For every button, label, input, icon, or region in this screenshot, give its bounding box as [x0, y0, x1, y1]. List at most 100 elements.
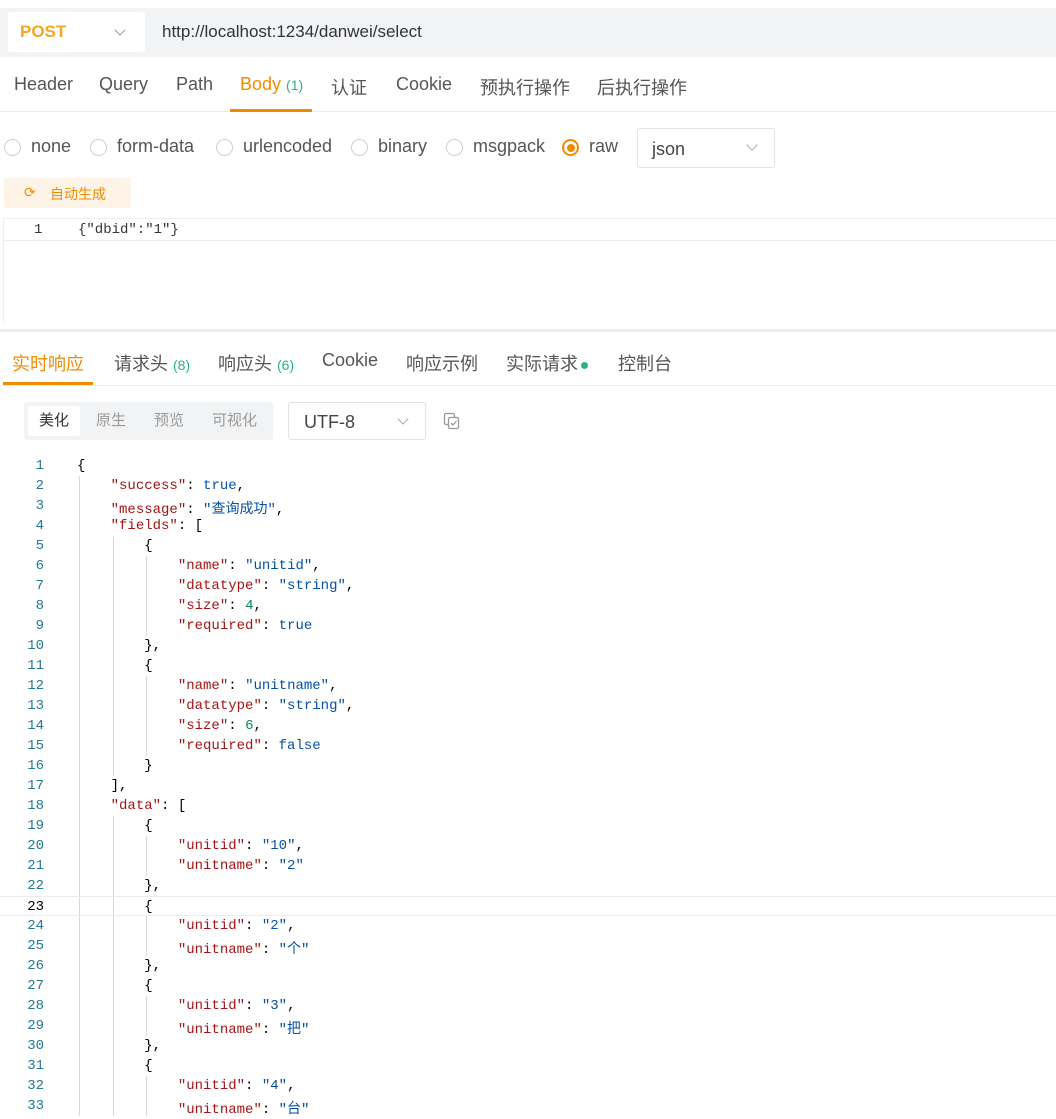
tab-label: Header [14, 74, 74, 94]
code-token: : [261, 578, 279, 594]
tab-body[interactable]: Body (1) [240, 74, 303, 95]
tab-label: Cookie [322, 350, 379, 370]
code-line: 29 "unitname": "把" [0, 1016, 1056, 1038]
radio-label: binary [378, 136, 428, 156]
code-token: : [228, 558, 246, 574]
line-number: 22 [27, 878, 44, 894]
line-number: 1 [34, 222, 43, 238]
view-mode-raw[interactable]: 原生 [85, 406, 137, 436]
line-number: 12 [27, 678, 44, 694]
code-token: { [77, 538, 153, 554]
tab-response-headers[interactable]: 响应头 (6) [218, 350, 294, 376]
tab-response-example[interactable]: 响应示例 [406, 350, 478, 376]
code-token: : [ [161, 798, 187, 814]
line-code: }, [77, 958, 161, 974]
code-line: 21 "unitname": "2" [0, 856, 1056, 876]
code-token: : [245, 1078, 262, 1094]
pane-divider[interactable] [0, 329, 1056, 332]
code-line: 26 }, [0, 956, 1056, 976]
line-code: "required": false [77, 738, 321, 754]
tab-path[interactable]: Path [176, 74, 213, 95]
code-token: "台" [278, 1102, 310, 1118]
line-code: "required": true [77, 618, 312, 634]
copy-icon[interactable] [443, 412, 461, 430]
auto-generate-button[interactable]: ⟳ 自动生成 [4, 178, 131, 208]
code-token: true [278, 618, 313, 634]
code-line: 15 "required": false [0, 736, 1056, 756]
response-tabs: 实时响应 请求头 (8) 响应头 (6) Cookie 响应示例 实际请求 控制… [0, 338, 1056, 386]
line-code: "unitid": "4", [77, 1078, 296, 1094]
view-mode-toggle: 美化 原生 预览 可视化 [24, 402, 273, 440]
url-input[interactable]: http://localhost:1234/danwei/select [162, 22, 422, 42]
tab-header[interactable]: Header [14, 74, 73, 95]
line-code: ], [77, 778, 128, 794]
tab-label: 响应头 [218, 354, 272, 374]
tab-console[interactable]: 控制台 [618, 350, 672, 376]
tab-post-script[interactable]: 后执行操作 [597, 74, 687, 100]
view-mode-pretty[interactable]: 美化 [28, 406, 81, 436]
line-code: "name": "unitname", [77, 678, 338, 694]
active-tab-indicator [3, 382, 93, 385]
line-code: "unitid": "2", [77, 918, 296, 934]
tab-actual-request[interactable]: 实际请求 [506, 350, 588, 376]
tab-label: 响应示例 [406, 354, 478, 374]
code-line: 8 "size": 4, [0, 596, 1056, 616]
code-line: 18 "data": [ [0, 796, 1056, 816]
code-token: , [345, 698, 355, 714]
chevron-down-icon [746, 139, 758, 151]
code-token: , [287, 998, 296, 1014]
view-mode-visualize[interactable]: 可视化 [201, 406, 268, 436]
code-line: 23 { [0, 896, 1056, 916]
encoding-select[interactable]: UTF-8 [288, 402, 426, 440]
line-number: 21 [27, 858, 44, 874]
code-token: { [77, 458, 86, 474]
tab-request-headers[interactable]: 请求头 (8) [114, 350, 190, 376]
raw-format-select[interactable]: json [637, 128, 775, 168]
tab-response-cookie[interactable]: Cookie [322, 350, 378, 371]
line-number: 5 [35, 538, 44, 554]
code-token: "name" [177, 678, 229, 694]
code-line: 20 "unitid": "10", [0, 836, 1056, 856]
tab-cookie[interactable]: Cookie [396, 74, 452, 95]
line-code: "size": 4, [77, 598, 262, 614]
line-code: "size": 6, [77, 718, 262, 734]
code-token: "2" [278, 858, 304, 874]
line-number: 3 [35, 498, 44, 514]
tab-label: Query [99, 74, 149, 94]
code-line: 17 ], [0, 776, 1056, 796]
code-token: "string" [278, 698, 346, 714]
code-token: "4" [261, 1078, 288, 1094]
radio-circle-icon [351, 139, 368, 156]
tab-query[interactable]: Query [99, 74, 148, 95]
view-mode-preview[interactable]: 预览 [143, 406, 195, 436]
tab-auth[interactable]: 认证 [331, 74, 367, 100]
code-token: : [245, 998, 262, 1014]
line-number: 8 [35, 598, 44, 614]
radio-label: form-data [117, 136, 195, 156]
method-select[interactable]: POST [8, 12, 145, 52]
code-token: : [261, 698, 279, 714]
line-number: 2 [35, 478, 44, 494]
radio-label: msgpack [473, 136, 546, 156]
tab-pre-script[interactable]: 预执行操作 [480, 74, 570, 100]
response-body-viewer[interactable]: 1{2 "success": true, 3 "message": "查询成功",… [0, 456, 1056, 1119]
line-number: 31 [27, 1058, 44, 1074]
request-body-editor[interactable]: 1 {"dbid":"1"} [3, 218, 1056, 322]
chevron-down-icon [397, 413, 409, 425]
line-number: 20 [27, 838, 44, 854]
line-number: 11 [27, 658, 44, 674]
tab-live-response[interactable]: 实时响应 [12, 350, 84, 376]
line-code: }, [77, 878, 161, 894]
code-line: 10 }, [0, 636, 1056, 656]
code-token: : [228, 678, 246, 694]
code-token: { [77, 1058, 153, 1074]
code-line: 30 }, [0, 1036, 1056, 1056]
line-number: 24 [27, 918, 44, 934]
line-code: "datatype": "string", [77, 578, 354, 594]
line-number: 4 [35, 518, 44, 534]
code-line: 24 "unitid": "2", [0, 916, 1056, 936]
line-code: "name": "unitid", [77, 558, 321, 574]
